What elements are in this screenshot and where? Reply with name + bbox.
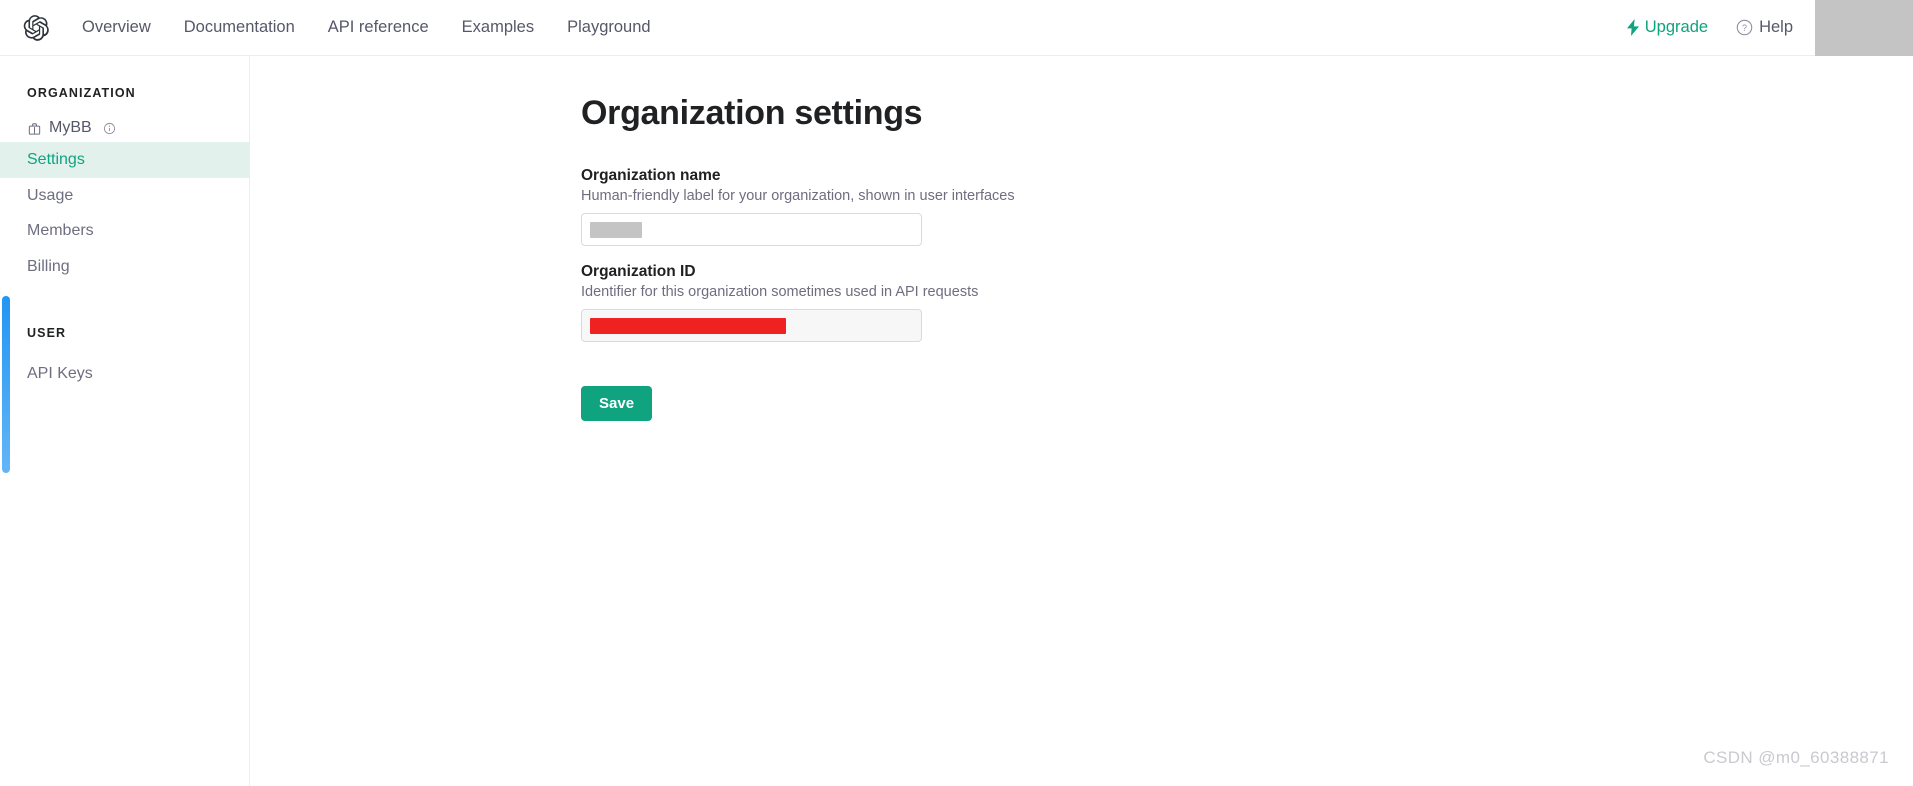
nav-link-playground[interactable]: Playground — [567, 19, 650, 36]
top-navigation-bar: Overview Documentation API reference Exa… — [0, 0, 1913, 56]
nav-right-group: Upgrade ? Help — [1626, 0, 1913, 56]
save-button[interactable]: Save — [581, 386, 653, 421]
building-icon — [28, 122, 41, 135]
organization-name-label: Organization name — [581, 167, 721, 184]
nav-link-overview[interactable]: Overview — [82, 19, 151, 36]
sidebar-item-api-keys[interactable]: API Keys — [0, 356, 249, 392]
sidebar-section-user-heading: USER — [27, 326, 67, 341]
question-mark-circle-icon: ? — [1736, 19, 1753, 36]
help-button[interactable]: ? Help — [1736, 18, 1793, 37]
page-title: Organization settings — [581, 94, 923, 132]
sidebar-org-name: MyBB — [49, 119, 92, 136]
avatar[interactable] — [1815, 0, 1913, 56]
lightning-bolt-icon — [1626, 19, 1639, 36]
main-content: Organization settings Organization name … — [251, 56, 1913, 786]
upgrade-label: Upgrade — [1644, 18, 1709, 36]
organization-name-redaction — [590, 221, 642, 238]
nav-link-documentation[interactable]: Documentation — [184, 19, 295, 36]
watermark: CSDN @m0_60388871 — [1703, 748, 1889, 767]
sidebar-section-organization-heading: ORGANIZATION — [27, 86, 136, 100]
info-icon[interactable] — [103, 122, 116, 135]
primary-nav-links: Overview Documentation API reference Exa… — [82, 19, 651, 36]
sidebar-org-selector[interactable]: MyBB — [0, 114, 249, 142]
field-organization-name: Organization name Human-friendly label f… — [581, 167, 1221, 246]
svg-text:?: ? — [1742, 23, 1747, 33]
organization-name-help: Human-friendly label for your organizati… — [581, 188, 1015, 204]
settings-form: Organization settings Organization name … — [581, 94, 1221, 421]
openai-logo-icon — [23, 14, 49, 41]
sidebar-item-members[interactable]: Members — [0, 213, 249, 249]
openai-logo[interactable] — [8, 0, 64, 56]
organization-id-input — [581, 309, 922, 342]
organization-id-help: Identifier for this organization sometim… — [581, 284, 979, 300]
sidebar-scrollbar[interactable] — [2, 296, 10, 473]
sidebar-item-billing[interactable]: Billing — [0, 249, 249, 285]
organization-id-redaction — [590, 317, 786, 334]
field-organization-id: Organization ID Identifier for this orga… — [581, 263, 1221, 342]
upgrade-button[interactable]: Upgrade — [1626, 18, 1709, 37]
sidebar-item-usage[interactable]: Usage — [0, 178, 249, 214]
help-label: Help — [1759, 18, 1793, 36]
organization-id-label: Organization ID — [581, 263, 696, 280]
nav-link-api-reference[interactable]: API reference — [328, 19, 429, 36]
organization-name-input[interactable] — [581, 213, 922, 246]
sidebar: ORGANIZATION MyBB Settings Usage Members… — [0, 56, 250, 786]
nav-link-examples[interactable]: Examples — [462, 19, 534, 36]
sidebar-item-settings[interactable]: Settings — [0, 142, 249, 178]
